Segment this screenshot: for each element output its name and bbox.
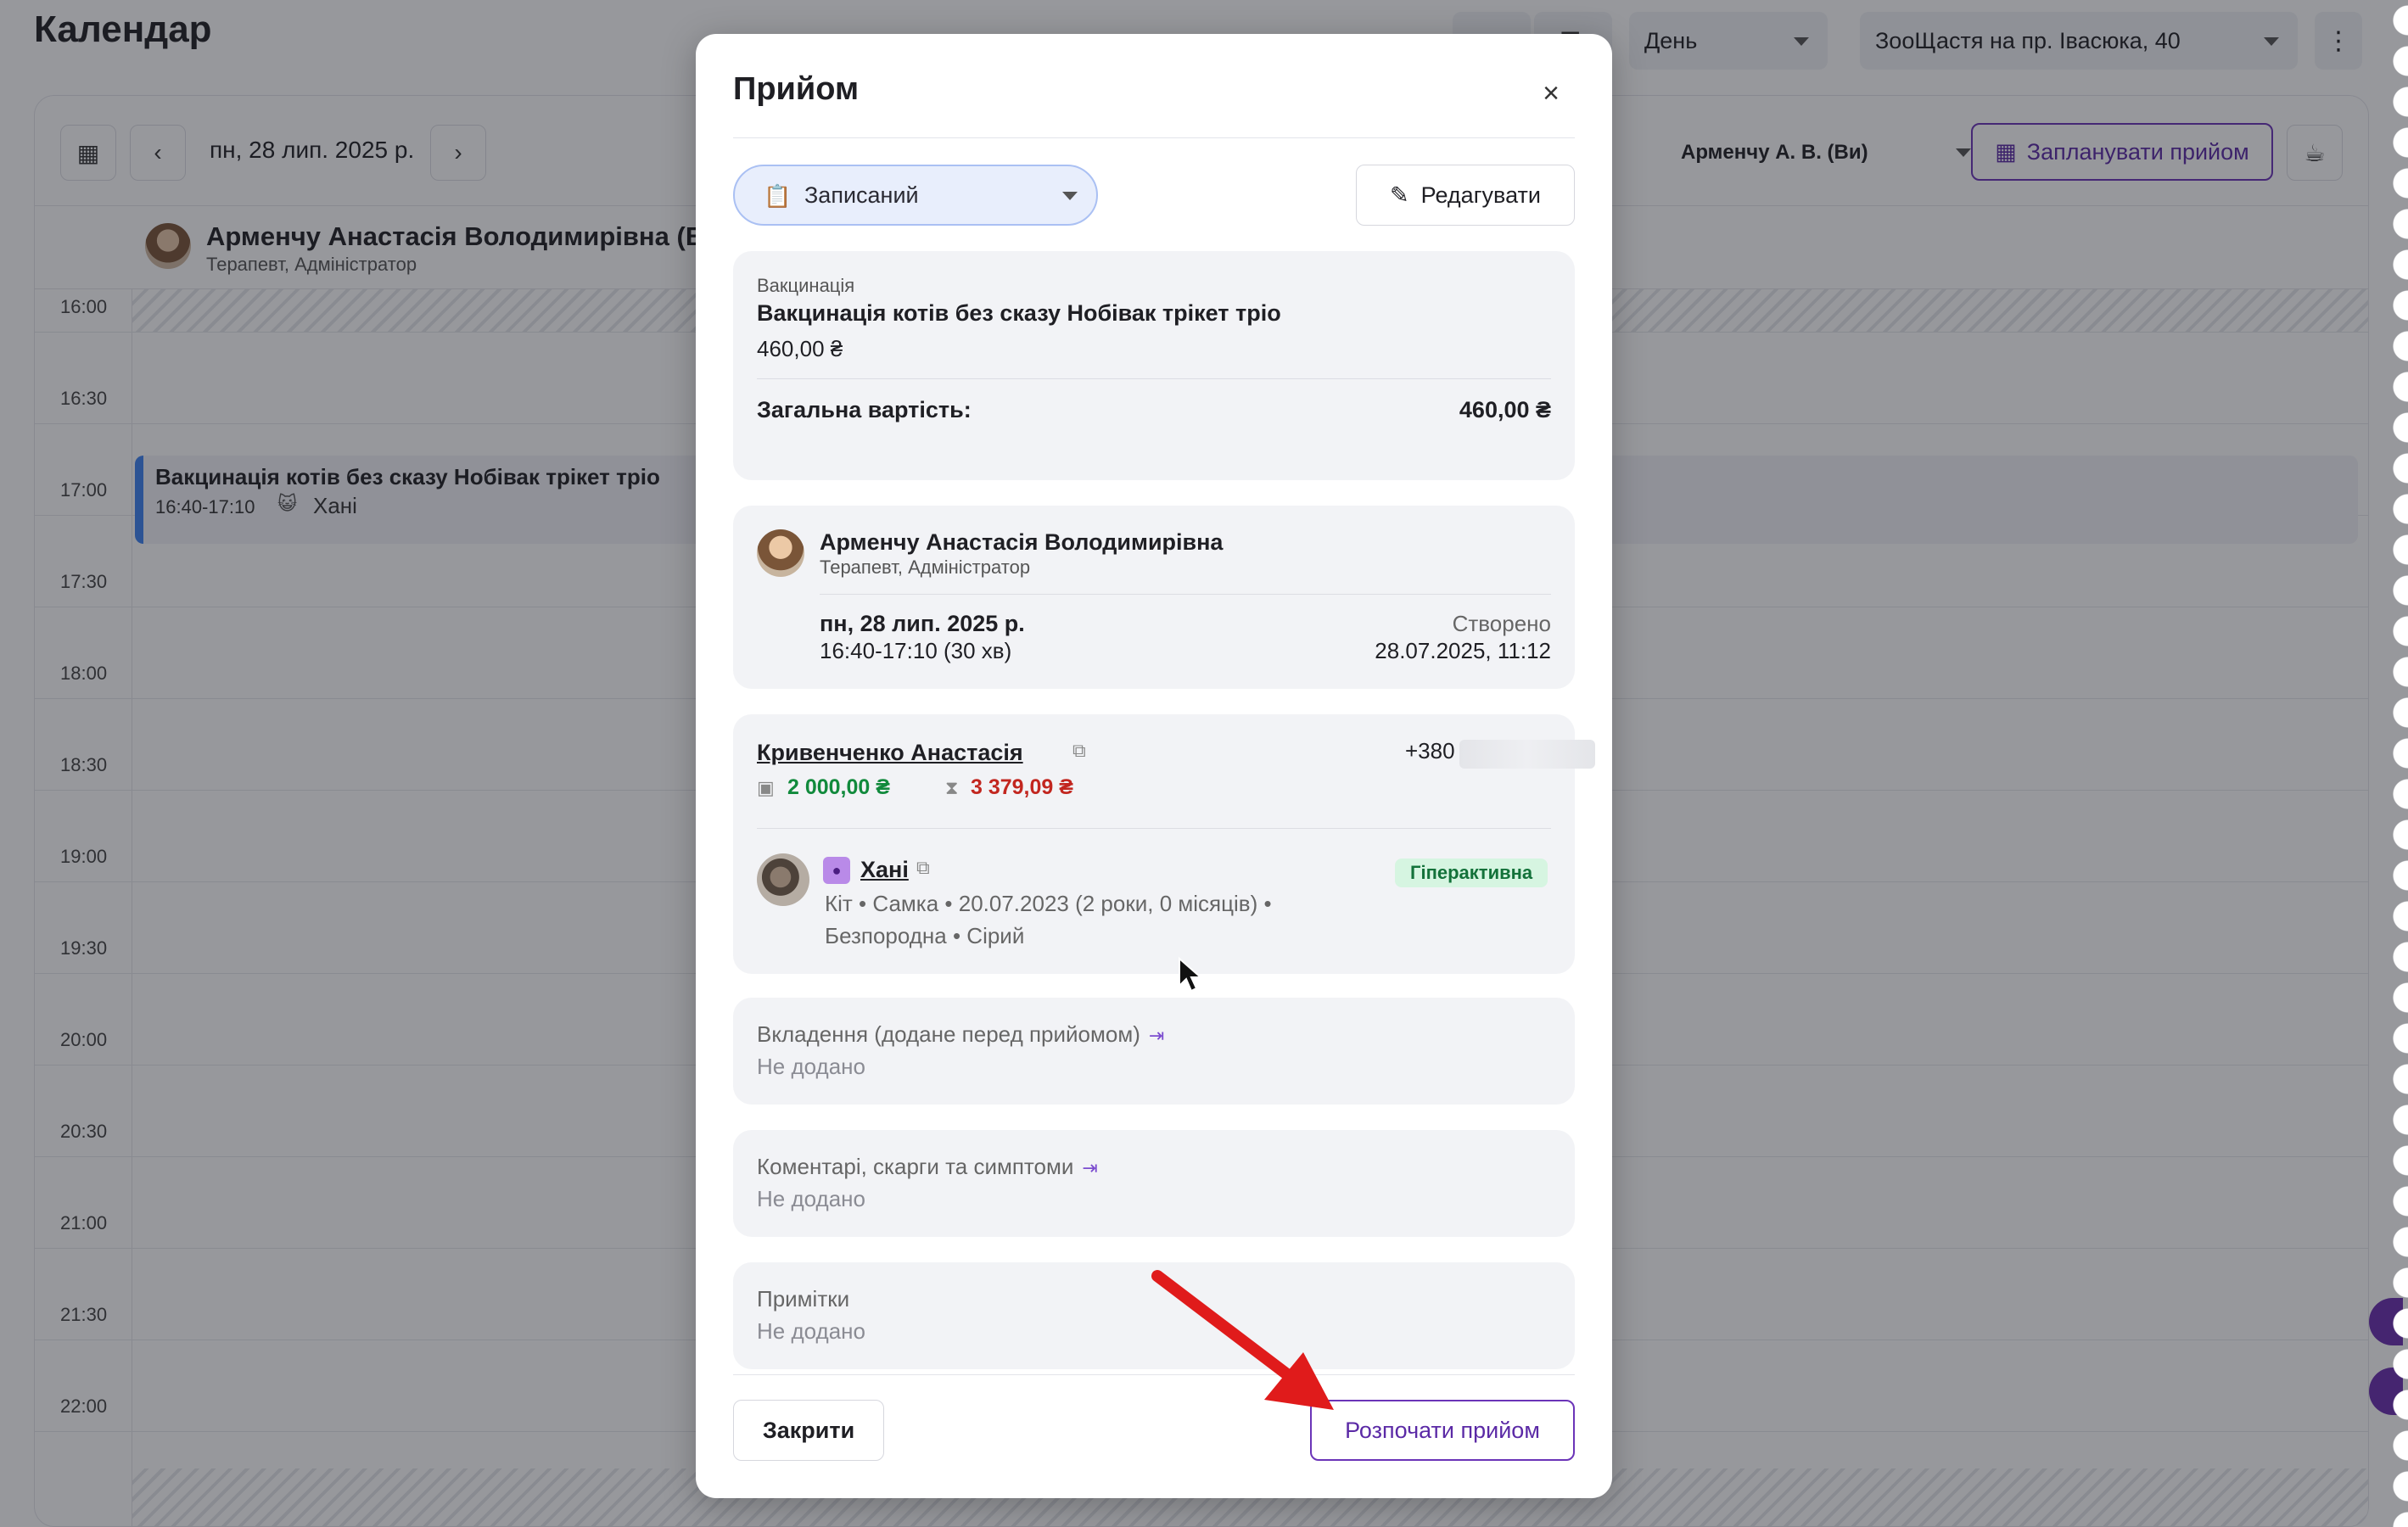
pet-name-link[interactable]: Хані (860, 857, 909, 883)
mouse-cursor-icon (1179, 957, 1203, 993)
notes-value: Не додано (757, 1318, 865, 1344)
attachments-panel: Вкладення (додане перед прийомом) ⇥ Не до… (733, 998, 1575, 1105)
notes-label: Примітки (757, 1286, 850, 1312)
redacted-phone (1459, 740, 1595, 769)
attach-icon[interactable]: ⇥ (1082, 1157, 1097, 1178)
client-debt: 3 379,09 ₴ (971, 775, 1073, 799)
doctor-name: Арменчу Анастасія Володимирівна (820, 529, 1224, 555)
avatar (757, 529, 804, 577)
external-link-icon[interactable]: ⧉ (1072, 740, 1086, 762)
attach-icon[interactable]: ⇥ (1149, 1025, 1164, 1046)
pencil-icon: ✎ (1390, 182, 1409, 208)
total-cost-label: Загальна вартість: (757, 397, 972, 422)
service-name: Вакцинація котів без сказу Нобівак тріке… (757, 300, 1281, 326)
divider (733, 137, 1575, 138)
hourglass-icon: ⧗ (945, 777, 959, 798)
service-category: Вакцинація (757, 275, 855, 296)
modal-title: Прийом (733, 71, 860, 107)
edit-button-label: Редагувати (1420, 182, 1541, 208)
service-price: 460,00 ₴ (757, 336, 843, 361)
service-panel: Вакцинація Вакцинація котів без сказу Но… (733, 251, 1575, 480)
pet-avatar (757, 853, 809, 906)
wallet-icon: ▣ (757, 777, 775, 798)
client-phone: +380 (1405, 738, 1455, 764)
comments-panel: Коментарі, скарги та симптоми ⇥ Не додано (733, 1130, 1575, 1237)
external-link-icon[interactable]: ⧉ (916, 857, 930, 879)
client-balance: 2 000,00 ₴ (787, 775, 890, 799)
edit-button[interactable]: ✎ Редагувати (1356, 165, 1575, 226)
torn-edge-decoration (2371, 0, 2408, 1527)
total-cost-value: 460,00 ₴ (1459, 397, 1551, 422)
pet-details-line2: Безпородна • Сірий (825, 923, 1025, 948)
chevron-down-icon (1062, 192, 1078, 200)
attachments-label-row: Вкладення (додане перед прийомом) ⇥ (757, 1021, 1164, 1048)
attachments-value: Не додано (757, 1054, 865, 1079)
close-button[interactable]: Закрити (733, 1400, 884, 1461)
divider (757, 828, 1551, 829)
close-icon[interactable]: × (1536, 78, 1566, 109)
attachments-label: Вкладення (додане перед прийомом) (757, 1021, 1140, 1047)
comments-label-row: Коментарі, скарги та симптоми ⇥ (757, 1154, 1098, 1180)
divider (757, 378, 1551, 379)
annotation-arrow-icon (1151, 1270, 1334, 1410)
comments-label: Коментарі, скарги та симптоми (757, 1154, 1074, 1179)
cat-icon: ● (823, 857, 850, 884)
client-panel: Кривенченко Анастасія ⧉ +380 ▣ 2 000,00 … (733, 714, 1595, 974)
client-name-link[interactable]: Кривенченко Анастасія (757, 740, 1023, 766)
status-select-value: Записаний (804, 182, 919, 208)
divider (820, 594, 1551, 595)
pet-details-line1: Кіт • Самка • 20.07.2023 (2 роки, 0 міся… (825, 891, 1272, 916)
appointment-date: пн, 28 лип. 2025 р. (820, 611, 1025, 636)
created-value: 28.07.2025, 11:12 (1375, 638, 1551, 663)
doctor-panel: Арменчу Анастасія Володимирівна Терапевт… (733, 506, 1575, 689)
status-select[interactable]: 📋 Записаний (733, 165, 1098, 226)
comments-value: Не додано (757, 1186, 865, 1211)
pet-behavior-badge: Гіперактивна (1395, 859, 1548, 887)
appointment-time: 16:40-17:10 (30 хв) (820, 638, 1012, 663)
created-label: Створено (1452, 611, 1551, 636)
doctor-role: Терапевт, Адміністратор (820, 557, 1031, 578)
clipboard-icon: 📋 (764, 183, 792, 209)
